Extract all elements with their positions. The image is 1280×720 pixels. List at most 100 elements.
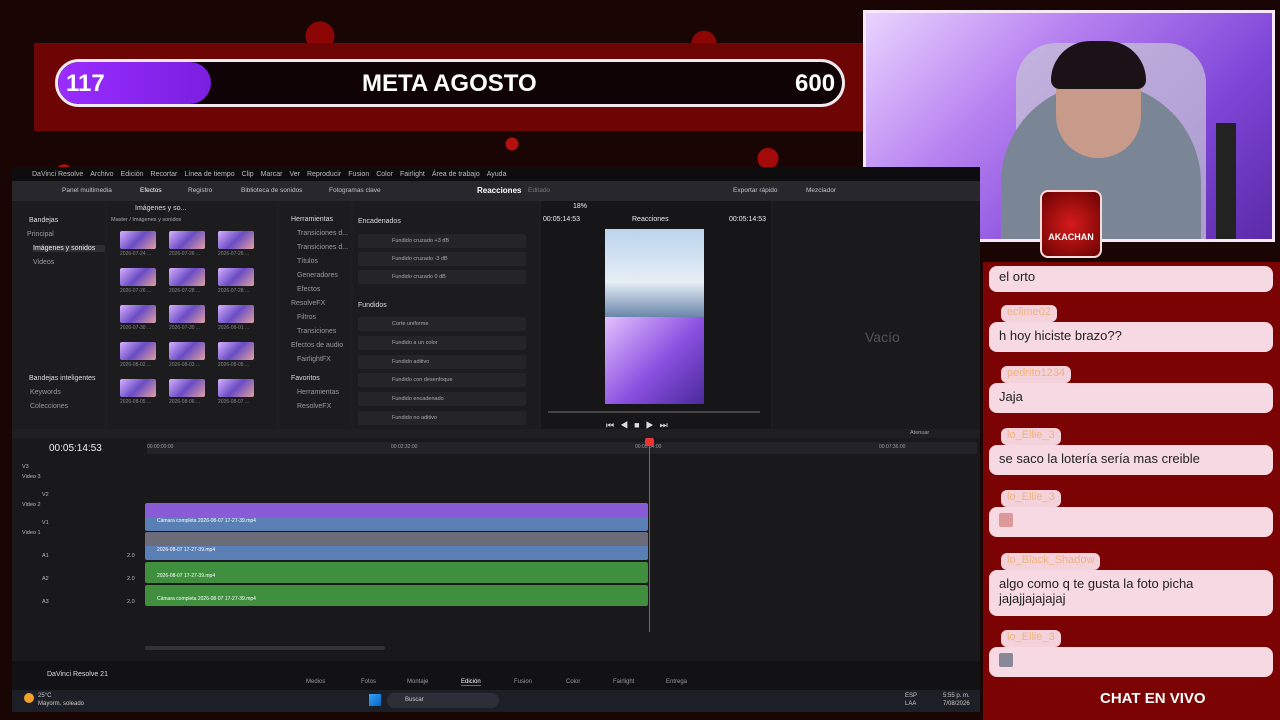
- smart-bin-collections[interactable]: Colecciones: [30, 403, 68, 410]
- tool-fairlightfx[interactable]: FairlightFX: [297, 356, 331, 363]
- page-edit[interactable]: Edición: [461, 679, 481, 686]
- menu-reproducir[interactable]: Reproducir: [307, 171, 341, 178]
- media-thumbnail[interactable]: [169, 342, 205, 360]
- effect-crossfade-0[interactable]: Fundido cruzado 0 dB: [358, 270, 526, 284]
- viewer-zoom[interactable]: 18%: [573, 203, 587, 210]
- effect-non-additive[interactable]: Fundido no aditivo: [358, 411, 526, 425]
- tool-filters[interactable]: Filtros: [297, 314, 316, 321]
- smart-bin-keywords[interactable]: Keywords: [30, 389, 61, 396]
- media-thumbnail[interactable]: [120, 342, 156, 360]
- menu-recortar[interactable]: Recortar: [151, 171, 178, 178]
- effect-blur-dissolve[interactable]: Fundido con desenfoque: [358, 373, 526, 387]
- effect-crossfade-minus3[interactable]: Fundido cruzado -3 dB: [358, 252, 526, 266]
- effect-crossfade-plus3[interactable]: Fundido cruzado +3 dB: [358, 234, 526, 248]
- weather-temp[interactable]: 25°C: [38, 693, 51, 699]
- media-thumbnail[interactable]: [120, 268, 156, 286]
- media-thumbnail[interactable]: [120, 231, 156, 249]
- quick-export-button[interactable]: Exportar rápido: [733, 187, 777, 194]
- timeline-ruler[interactable]: 00:00:00:00 00:02:32:00 00:05:04:00 00:0…: [147, 442, 977, 454]
- page-fusion[interactable]: Fusion: [514, 679, 532, 685]
- clip-v1-screen[interactable]: 2026-08-07 17-27-39.mp4: [145, 532, 648, 560]
- clip-a1-audio[interactable]: 2026-08-07 17-27-39.mp4: [145, 562, 648, 583]
- page-photos[interactable]: Fotos: [361, 679, 376, 685]
- favorite-tools[interactable]: Herramientas: [297, 389, 339, 396]
- tool-generators[interactable]: Generadores: [297, 272, 338, 279]
- tool-titles[interactable]: Títulos: [297, 258, 318, 265]
- viewer-scrubber[interactable]: [548, 411, 760, 413]
- bin-videos[interactable]: Videos: [33, 259, 54, 266]
- page-media[interactable]: Medios: [306, 679, 325, 685]
- media-folder[interactable]: Imágenes y so...: [135, 205, 186, 212]
- bin-images-sounds[interactable]: Imágenes y sonidos: [33, 245, 105, 252]
- keyboard-lang[interactable]: ESP: [905, 693, 917, 699]
- menu-ayuda[interactable]: Ayuda: [487, 171, 507, 178]
- bin-principal[interactable]: Principal: [27, 231, 54, 238]
- keyboard-lang-layout[interactable]: LAA: [905, 701, 916, 707]
- media-thumbnail[interactable]: [169, 231, 205, 249]
- attenuate-button[interactable]: Atenuar: [910, 430, 929, 436]
- track-v1-id[interactable]: V1: [42, 520, 49, 526]
- tool-transitions-video[interactable]: Transiciones d...: [297, 230, 348, 237]
- media-thumbnail[interactable]: [169, 268, 205, 286]
- effect-dip-color[interactable]: Fundido a un color: [358, 336, 526, 350]
- track-v3-id[interactable]: V3: [22, 464, 29, 470]
- menu-linea[interactable]: Línea de tiempo: [184, 171, 234, 178]
- media-thumbnail[interactable]: [120, 305, 156, 323]
- weather-desc[interactable]: Mayorm. soleado: [38, 701, 84, 707]
- clock-date[interactable]: 7/08/2026: [943, 701, 970, 707]
- page-fairlight[interactable]: Fairlight: [613, 679, 634, 685]
- media-pool-button[interactable]: Panel multimedia: [62, 187, 112, 194]
- media-thumbnail-label: 2026-07-26 ...: [120, 288, 152, 294]
- effects-section-transitions: Encadenados: [358, 218, 401, 225]
- effect-additive[interactable]: Fundido aditivo: [358, 355, 526, 369]
- media-thumbnail[interactable]: [218, 268, 254, 286]
- keyframes-button[interactable]: Fotogramas clave: [329, 187, 381, 194]
- playhead-handle[interactable]: [645, 438, 654, 446]
- playhead[interactable]: [649, 442, 650, 632]
- page-color[interactable]: Color: [566, 679, 580, 685]
- clip-a2-audio[interactable]: Cámara completa 2026-08-07 17-27-39.mp4: [145, 585, 648, 606]
- effect-cross-dissolve[interactable]: Fundido encadenado: [358, 392, 526, 406]
- favorite-resolvefx[interactable]: ResolveFX: [297, 403, 331, 410]
- menu-edicion[interactable]: Edición: [121, 171, 144, 178]
- menu-color[interactable]: Color: [376, 171, 393, 178]
- menu-area[interactable]: Área de trabajo: [432, 171, 480, 178]
- track-a3-id[interactable]: A3: [42, 599, 49, 605]
- menu-fairlight[interactable]: Fairlight: [400, 171, 425, 178]
- effects-button[interactable]: Efectos: [140, 187, 162, 194]
- page-deliver[interactable]: Entrega: [666, 679, 687, 685]
- taskbar-search[interactable]: Buscar: [387, 693, 499, 708]
- media-thumbnail[interactable]: [169, 379, 205, 397]
- track-a2-id[interactable]: A2: [42, 576, 49, 582]
- sound-library-button[interactable]: Biblioteca de sonidos: [241, 187, 302, 194]
- mixer-button[interactable]: Mezclador: [806, 187, 836, 194]
- tool-resolvefx[interactable]: ResolveFX: [291, 300, 325, 307]
- windows-start-icon[interactable]: [369, 694, 381, 706]
- tools-header[interactable]: Herramientas: [291, 216, 333, 223]
- menu-fusion[interactable]: Fusion: [348, 171, 369, 178]
- track-v2-id[interactable]: V2: [42, 492, 49, 498]
- media-thumbnail[interactable]: [218, 379, 254, 397]
- effect-cut[interactable]: Corte uniforme: [358, 317, 526, 331]
- tool-transitions[interactable]: Transiciones: [297, 328, 336, 335]
- timeline-scrollbar[interactable]: [145, 646, 385, 650]
- menu-davinci[interactable]: DaVinci Resolve: [32, 171, 83, 178]
- tool-effects[interactable]: Efectos: [297, 286, 320, 293]
- edit-index-button[interactable]: Registro: [188, 187, 212, 194]
- tool-transitions-audio[interactable]: Transiciones d...: [297, 244, 348, 251]
- media-thumbnail[interactable]: [218, 305, 254, 323]
- media-thumbnail[interactable]: [120, 379, 156, 397]
- menu-marcar[interactable]: Marcar: [261, 171, 283, 178]
- menu-clip[interactable]: Clip: [242, 171, 254, 178]
- media-thumbnail[interactable]: [169, 305, 205, 323]
- menu-ver[interactable]: Ver: [289, 171, 300, 178]
- menu-archivo[interactable]: Archivo: [90, 171, 113, 178]
- media-thumbnail[interactable]: [218, 342, 254, 360]
- tool-audio-effects[interactable]: Efectos de audio: [291, 342, 343, 349]
- clip-v2-camera[interactable]: Cámara completa 2026-08-07 17-27-39.mp4: [145, 503, 648, 531]
- page-cut[interactable]: Montaje: [407, 679, 428, 685]
- media-thumbnail[interactable]: [218, 231, 254, 249]
- favorites-header[interactable]: Favoritos: [291, 375, 320, 382]
- clock-time[interactable]: 5:55 p. m.: [943, 693, 970, 699]
- track-a1-id[interactable]: A1: [42, 553, 49, 559]
